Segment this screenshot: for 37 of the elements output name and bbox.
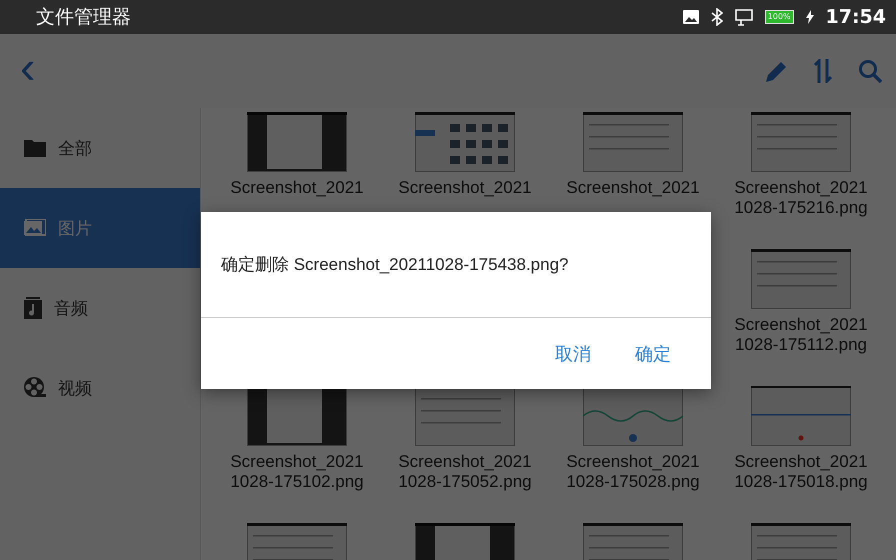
sidebar-item[interactable]: 图片 — [0, 188, 200, 268]
film-reel-icon — [24, 377, 46, 399]
file-name: Screenshot_2021 — [230, 178, 364, 198]
file-name: 1028-175018.png — [734, 472, 868, 492]
sidebar-item[interactable]: 视频 — [0, 348, 200, 428]
file-name: 1028-175052.png — [398, 472, 532, 492]
file-name: 1028-175112.png — [734, 335, 868, 355]
battery-level: 100% — [764, 10, 794, 24]
image-icon — [24, 219, 46, 237]
file-name: Screenshot_2021 — [398, 178, 532, 198]
file-name: Screenshot_2021 — [566, 452, 700, 472]
dialog-button[interactable]: 取消 — [543, 336, 603, 372]
app-title: 文件管理器 — [36, 5, 132, 30]
file-name: 1028-175216.png — [734, 198, 868, 218]
file-name: Screenshot_2021 — [734, 452, 868, 472]
sort-icon[interactable] — [814, 59, 832, 83]
back-button[interactable]: ‹ — [14, 44, 42, 90]
file-name: Screenshot_2021 — [566, 178, 700, 198]
charging-bolt-icon — [806, 10, 814, 24]
clock-time: 17:54 — [826, 6, 886, 28]
file-name: Screenshot_2021 — [230, 452, 364, 472]
search-icon[interactable] — [858, 59, 882, 83]
music-note-icon — [24, 297, 42, 319]
dialog-button[interactable]: 确定 — [623, 336, 683, 372]
dialog-message: 确定删除 Screenshot_20211028-175438.png? — [221, 254, 568, 276]
pencil-icon[interactable] — [766, 60, 788, 82]
file-name: 1028-175028.png — [566, 472, 700, 492]
folder-icon — [24, 139, 46, 157]
sidebar-item[interactable]: 全部 — [0, 108, 200, 188]
file-name: Screenshot_2021 — [734, 315, 868, 335]
file-name: 1028-175102.png — [230, 472, 364, 492]
file-name: Screenshot_2021 — [398, 452, 532, 472]
sidebar-item[interactable]: 音频 — [0, 268, 200, 348]
file-name: Screenshot_2021 — [734, 178, 868, 198]
image-icon — [682, 10, 699, 24]
monitor-icon — [734, 8, 753, 26]
bluetooth-icon — [710, 8, 723, 26]
